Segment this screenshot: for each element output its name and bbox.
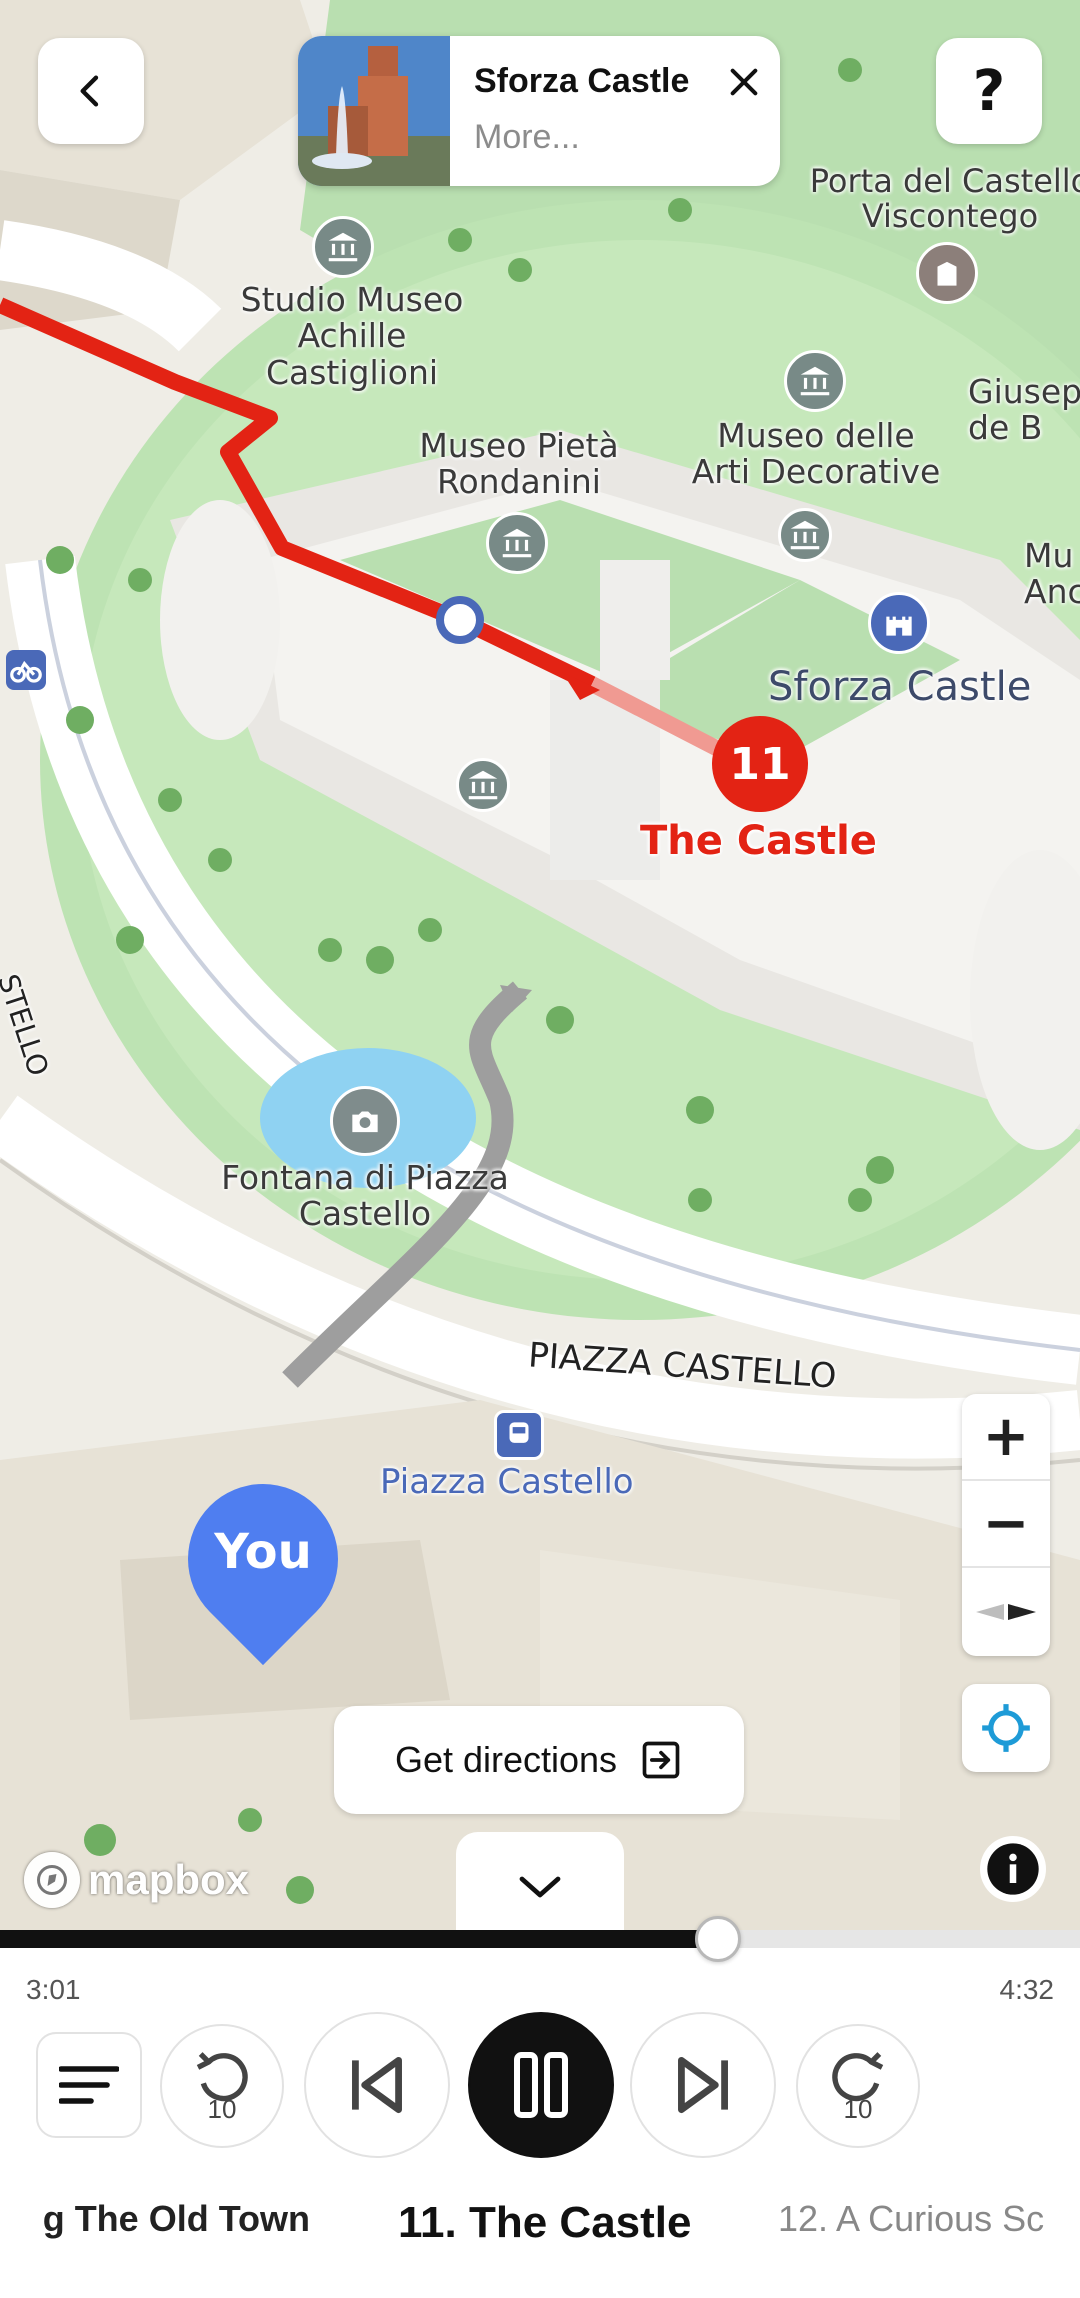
current-track-title: 11. The Castle xyxy=(398,2198,692,2247)
crosshair-icon xyxy=(982,1704,1030,1752)
zoom-in-button[interactable]: + xyxy=(962,1394,1050,1481)
landmark-icon[interactable] xyxy=(916,242,978,304)
locate-me-button[interactable] xyxy=(962,1684,1050,1772)
map-label-giusep: Giusep de B xyxy=(968,372,1080,448)
progress-fill xyxy=(0,1930,719,1948)
museum-icon[interactable] xyxy=(312,216,374,278)
list-icon xyxy=(59,2066,119,2104)
mapbox-logo-icon xyxy=(24,1852,80,1908)
map-label-sforza-castle: Sforza Castle xyxy=(768,664,1032,710)
museum-icon[interactable] xyxy=(486,512,548,574)
compass-button[interactable] xyxy=(962,1568,1050,1655)
place-more-link[interactable]: More... xyxy=(474,118,580,157)
chevron-left-icon xyxy=(80,75,99,107)
skip-next-icon xyxy=(678,2056,728,2114)
zoom-controls: + − xyxy=(962,1394,1050,1656)
arrow-right-box-icon xyxy=(642,1741,680,1779)
map-label-studio-museo: Studio Museo Achille Castiglioni xyxy=(240,280,464,392)
skip-forward-seconds: 10 xyxy=(843,2094,873,2124)
map-label-fontana: Fontana di Piazza Castello xyxy=(221,1158,509,1234)
progress-bar[interactable] xyxy=(0,1916,1080,1962)
back-button[interactable] xyxy=(38,38,144,144)
compass-icon xyxy=(976,1603,1036,1620)
attribution-info-button[interactable] xyxy=(980,1836,1046,1902)
zoom-out-button[interactable]: − xyxy=(962,1481,1050,1568)
map-canvas[interactable] xyxy=(0,0,1080,1940)
map-label-mu: Mu Anc xyxy=(1024,536,1080,612)
progress-handle[interactable] xyxy=(695,1916,742,1962)
close-icon xyxy=(730,68,758,96)
museum-icon[interactable] xyxy=(778,508,832,562)
map-label-museo-pieta: Museo Pietà Rondanini xyxy=(419,426,619,502)
map-view[interactable]: Porta del Castello Viscontego Studio Mus… xyxy=(0,0,1080,1940)
place-thumbnail xyxy=(298,36,450,186)
place-card[interactable]: Sforza Castle More... xyxy=(298,36,780,186)
get-directions-label: Get directions xyxy=(394,1739,618,1780)
museum-icon[interactable] xyxy=(456,758,510,812)
place-title: Sforza Castle xyxy=(474,62,690,100)
skip-forward-button[interactable]: 10 xyxy=(796,2024,920,2148)
pause-icon xyxy=(514,2052,568,2118)
castle-icon[interactable] xyxy=(868,592,930,654)
bike-icon[interactable] xyxy=(6,650,46,690)
metro-icon[interactable] xyxy=(494,1410,544,1460)
map-label-piazza-stop: Piazza Castello xyxy=(380,1462,634,1502)
elapsed-time: 3:01 xyxy=(26,1974,81,2005)
next-track-title[interactable]: 12. A Curious Sc xyxy=(778,2198,1046,2240)
close-button[interactable] xyxy=(716,54,772,110)
user-location-label: You xyxy=(214,1524,312,1580)
route-stop-label[interactable]: The Castle xyxy=(640,818,877,864)
route-stop-marker[interactable]: 11 xyxy=(712,716,808,812)
skip-back-button[interactable]: 10 xyxy=(160,2024,284,2148)
total-duration: 4:32 xyxy=(999,1974,1055,2005)
skip-previous-icon xyxy=(352,2056,402,2114)
info-icon xyxy=(987,1843,1039,1895)
previous-track-title[interactable]: g The Old Town xyxy=(0,2198,310,2240)
get-directions-button[interactable]: Get directions xyxy=(334,1706,744,1814)
help-button[interactable]: ? xyxy=(936,38,1042,144)
map-label-porta: Porta del Castello Viscontego xyxy=(809,162,1080,236)
skip-back-seconds: 10 xyxy=(207,2094,237,2124)
collapse-map-button[interactable] xyxy=(456,1832,624,1940)
previous-track-button[interactable] xyxy=(304,2012,450,2158)
camera-icon[interactable] xyxy=(330,1086,400,1156)
mapbox-logo: mapbox xyxy=(24,1852,249,1908)
help-label: ? xyxy=(972,58,1006,124)
map-label-museo-arti: Museo delle Arti Decorative xyxy=(691,416,941,492)
mapbox-logo-text: mapbox xyxy=(88,1856,250,1903)
museum-icon[interactable] xyxy=(784,350,846,412)
audio-player: 3:01 4:32 10 10 g The Old Town 11. The C… xyxy=(0,1916,1080,2298)
next-track-button[interactable] xyxy=(630,2012,776,2158)
playlist-button[interactable] xyxy=(36,2032,142,2138)
pause-button[interactable] xyxy=(468,2012,614,2158)
chevron-down-icon xyxy=(519,1876,561,1898)
